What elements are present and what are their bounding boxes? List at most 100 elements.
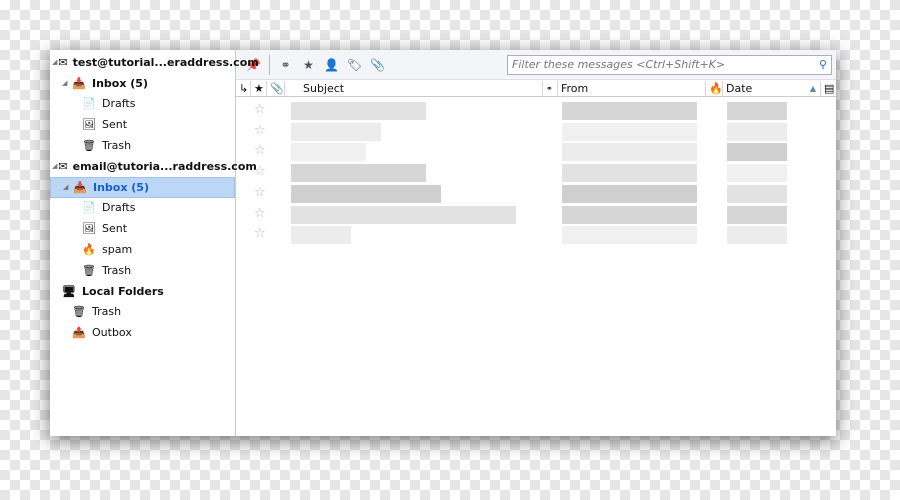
blurred-sender <box>652 143 667 162</box>
subject-column[interactable]: Subject <box>285 81 543 96</box>
folder-item[interactable]: 🖥 Local Folders <box>50 281 235 302</box>
twisty-icon[interactable]: ◢ <box>52 162 57 170</box>
folder-item[interactable]: 🗑 Trash <box>50 135 235 156</box>
blurred-sender <box>622 143 637 162</box>
blurred-sender <box>637 205 652 224</box>
date-column[interactable]: Date ▲ <box>723 81 821 96</box>
blurred-sender <box>562 226 577 245</box>
folder-item[interactable]: 🖼 Sent <box>50 218 235 239</box>
blurred-subject <box>306 122 321 141</box>
thunderbird-window: ◢ ✉ test@tutorial...eraddress.com ◢ 📥 Inbox (… <box>50 50 836 436</box>
blurred-sender <box>592 164 607 183</box>
unread-filter-icon[interactable]: ⚭ <box>274 58 297 72</box>
blurred-date <box>772 122 787 141</box>
folder-item[interactable]: 🗑 Trash <box>50 260 235 281</box>
blurred-sender <box>562 143 577 162</box>
blurred-subject <box>306 164 321 183</box>
blurred-sender <box>652 184 667 203</box>
search-icon[interactable]: ⚲ <box>819 58 827 71</box>
twisty-icon[interactable]: ◢ <box>63 183 71 191</box>
folder-item[interactable]: 🖼 Sent <box>50 114 235 135</box>
blurred-subject <box>336 184 351 203</box>
folder-item[interactable]: 📤 Outbox <box>50 322 235 343</box>
blurred-subject <box>321 102 336 120</box>
blurred-date <box>757 122 772 141</box>
message-row[interactable] <box>236 163 836 183</box>
blurred-sender <box>637 122 652 141</box>
blurred-sender <box>562 164 577 183</box>
blurred-sender <box>577 143 592 162</box>
blurred-sender <box>637 184 652 203</box>
attachment-filter-icon[interactable]: 📎 <box>366 58 389 72</box>
folder-label: Trash <box>102 263 132 277</box>
star-column-icon[interactable]: ★ <box>251 81 267 96</box>
blurred-date <box>742 184 757 203</box>
folder-label: Inbox (5) <box>93 180 149 194</box>
blurred-date <box>727 122 742 141</box>
folder-item[interactable]: 📄 Drafts <box>50 94 235 115</box>
blurred-subject <box>396 102 411 120</box>
column-picker-icon[interactable]: ▤ <box>821 81 834 96</box>
blurred-date <box>772 205 787 224</box>
blurred-date <box>772 143 787 162</box>
folder-label: spam <box>102 243 133 257</box>
junk-column-icon[interactable]: 🔥 <box>706 81 723 96</box>
attachment-column-icon[interactable]: 📎 <box>267 81 285 96</box>
folder-item[interactable]: ◢ 📥 Inbox (5) <box>50 176 235 198</box>
blurred-subject <box>351 122 366 141</box>
blurred-sender <box>667 164 682 183</box>
folder-label: Drafts <box>102 201 136 215</box>
blurred-sender <box>577 205 592 224</box>
message-row[interactable] <box>236 101 836 121</box>
message-list: ☆ ☆ ☆ ☆ ☆ ☆ ☆ <box>236 97 836 436</box>
blurred-subject <box>501 205 516 224</box>
folder-label: Outbox <box>92 326 132 340</box>
message-row[interactable] <box>236 184 836 204</box>
folder-item[interactable]: ◢ ✉ test@tutorial...eraddress.com <box>50 52 259 73</box>
blurred-sender <box>622 122 637 141</box>
from-column[interactable]: From <box>558 81 706 96</box>
blurred-subject <box>366 102 381 120</box>
blurred-date <box>742 226 757 245</box>
blurred-subject <box>351 143 366 162</box>
folder-item[interactable]: 🗑 Trash <box>50 302 235 323</box>
twisty-icon[interactable]: ◢ <box>52 58 57 66</box>
local-folders-icon: 🖥 <box>62 284 76 298</box>
outbox-icon: 📤 <box>72 326 86 340</box>
contact-filter-icon[interactable]: 👤 <box>320 58 343 72</box>
blurred-date <box>742 205 757 224</box>
separator <box>269 54 270 75</box>
folder-label: Drafts <box>102 97 136 111</box>
folder-item[interactable]: ◢ 📥 Inbox (5) <box>50 73 235 94</box>
blurred-sender <box>607 143 622 162</box>
message-row[interactable] <box>236 205 836 225</box>
folder-item[interactable]: 🔥 spam <box>50 239 235 260</box>
blurred-sender <box>622 102 637 120</box>
folder-label: Local Folders <box>82 284 164 298</box>
blurred-sender <box>637 164 652 183</box>
blurred-subject <box>321 164 336 183</box>
blurred-subject <box>291 122 306 141</box>
inbox-icon: 📥 <box>72 76 86 90</box>
account-icon: ✉ <box>58 159 68 173</box>
folder-item[interactable]: 📄 Drafts <box>50 198 235 219</box>
blurred-sender <box>577 226 592 245</box>
tags-filter-icon[interactable]: 🏷 <box>343 58 366 72</box>
blurred-date <box>742 143 757 162</box>
blurred-subject <box>351 205 366 224</box>
blurred-subject <box>411 205 426 224</box>
read-column-icon[interactable]: ⚭ <box>543 81 558 96</box>
blurred-date <box>742 102 757 120</box>
blurred-subject <box>426 205 441 224</box>
blurred-sender <box>652 205 667 224</box>
folder-item[interactable]: ◢ ✉ email@tutoria...raddress.com <box>50 156 257 177</box>
blurred-sender <box>592 122 607 141</box>
message-row[interactable] <box>236 142 836 162</box>
filter-input[interactable]: Filter these messages <Ctrl+Shift+K> ⚲ <box>507 54 832 75</box>
message-row[interactable] <box>236 225 836 245</box>
message-row[interactable] <box>236 122 836 142</box>
twisty-icon[interactable]: ◢ <box>62 79 70 87</box>
blurred-sender <box>682 164 697 183</box>
thread-column-icon[interactable]: ↳ <box>236 81 251 96</box>
starred-filter-icon[interactable]: ★ <box>297 58 320 72</box>
